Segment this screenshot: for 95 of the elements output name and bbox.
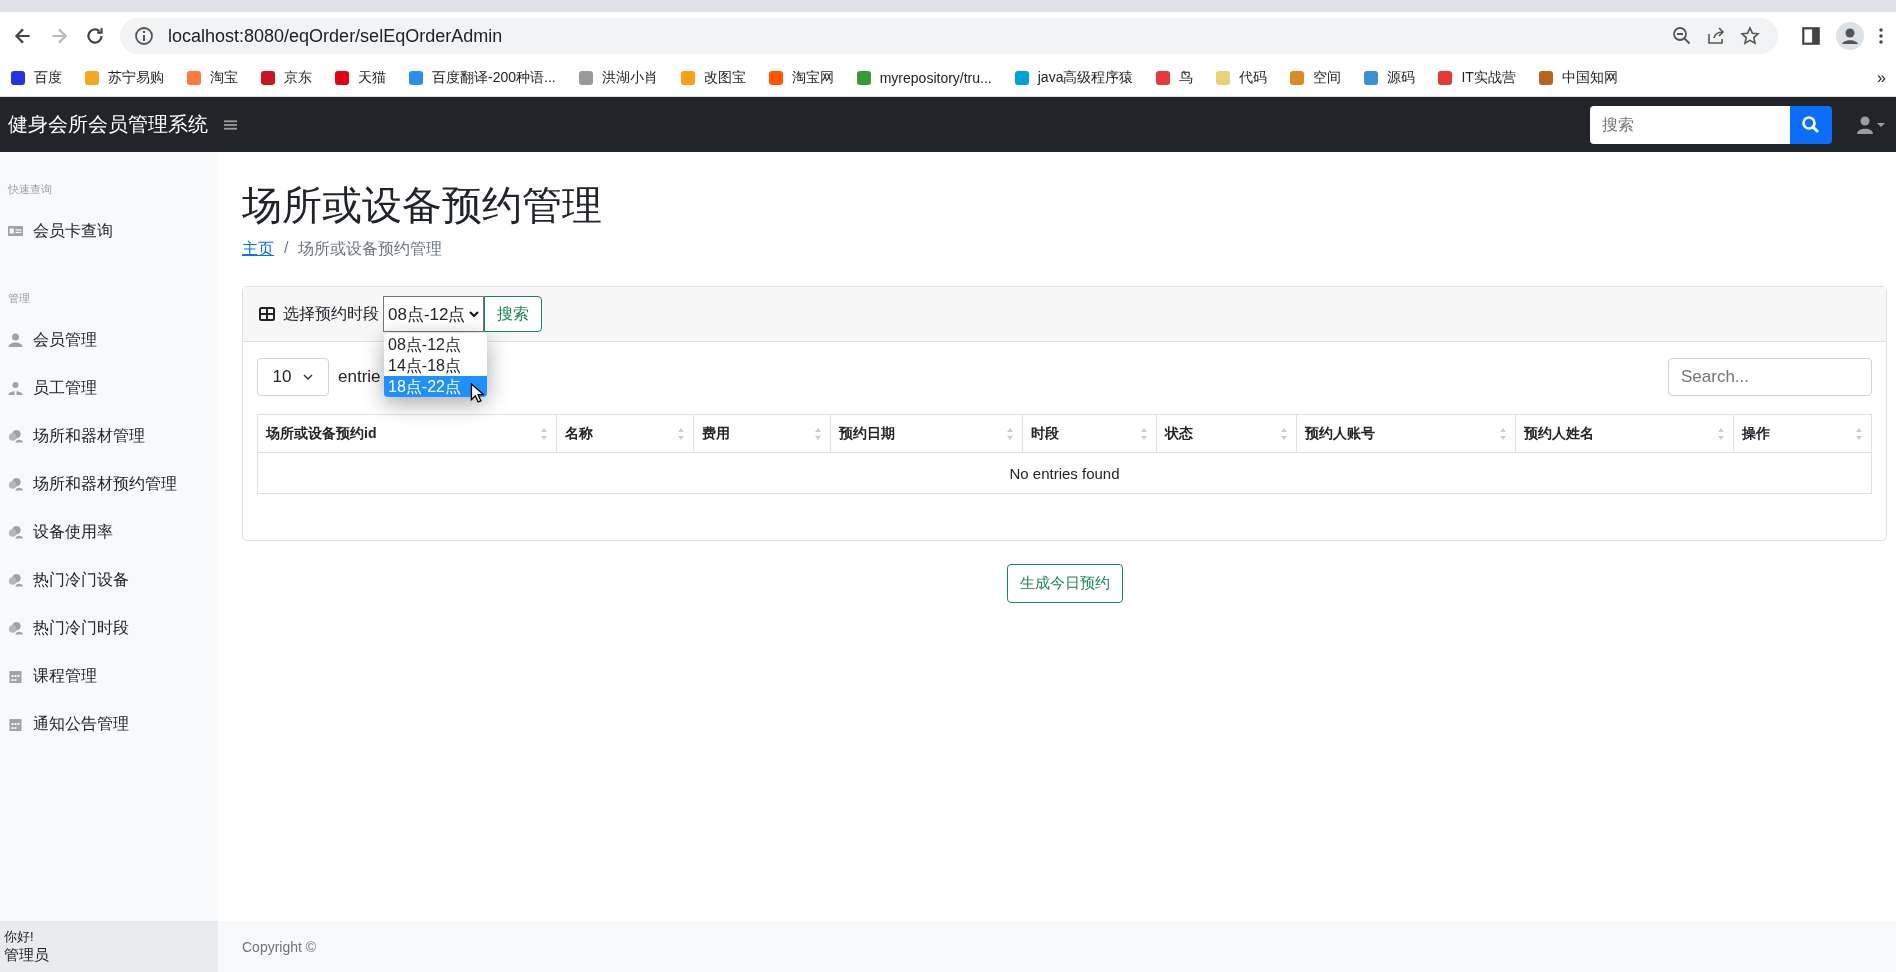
sidebar-item[interactable]: 设备使用率 bbox=[0, 508, 218, 556]
user-role: 管理员 bbox=[4, 946, 50, 965]
sort-icon bbox=[1006, 426, 1015, 441]
url-text: localhost:8080/eqOrder/selEqOrderAdmin bbox=[168, 25, 503, 47]
bookmark[interactable]: java高级程序猿 bbox=[1013, 69, 1134, 87]
breadcrumb-current: 场所或设备预约管理 bbox=[298, 239, 443, 259]
bookmark[interactable]: 中国知网 bbox=[1537, 69, 1618, 87]
table-search-field[interactable]: Search... bbox=[1668, 358, 1872, 396]
info-icon bbox=[134, 26, 154, 46]
user-group-icon bbox=[8, 381, 23, 395]
search-icon bbox=[1801, 114, 1821, 135]
user-menu-icon[interactable] bbox=[1856, 114, 1886, 135]
column-header[interactable]: 预约人姓名 bbox=[1515, 414, 1734, 453]
calendar-icon bbox=[8, 717, 23, 731]
sidebar-item[interactable]: 会员管理 bbox=[0, 316, 218, 364]
sidebar-item[interactable]: 场所和器材预约管理 bbox=[0, 460, 218, 508]
sidebar-heading: 管理 bbox=[7, 291, 31, 306]
sort-icon bbox=[1855, 426, 1863, 441]
sort-icon bbox=[1716, 426, 1725, 441]
sidebar-heading: 快速查询 bbox=[7, 182, 53, 197]
bookmark[interactable]: 空间 bbox=[1289, 69, 1342, 87]
menu-icon[interactable] bbox=[224, 118, 237, 131]
search-button[interactable] bbox=[1790, 105, 1832, 144]
empty-table-message: No entries found bbox=[257, 452, 1872, 494]
people-icon bbox=[8, 573, 23, 587]
people-icon bbox=[8, 477, 23, 491]
generate-button[interactable]: 生成今日预约 bbox=[1006, 564, 1123, 603]
side-panel-icon[interactable] bbox=[1800, 25, 1822, 47]
search-field[interactable]: 搜索 bbox=[1590, 105, 1790, 144]
sort-icon bbox=[1139, 426, 1148, 441]
search-button[interactable]: 搜索 bbox=[484, 296, 543, 332]
bookmark[interactable]: 淘宝网 bbox=[767, 69, 834, 87]
greeting-text: 你好! bbox=[4, 928, 35, 946]
bookmark[interactable]: 源码 bbox=[1363, 69, 1416, 87]
column-header[interactable]: 时段 bbox=[1022, 414, 1157, 453]
user-icon bbox=[8, 333, 23, 347]
column-header[interactable]: 状态 bbox=[1156, 414, 1297, 453]
caret-icon bbox=[303, 374, 314, 380]
people-icon bbox=[8, 621, 23, 635]
sidebar-item[interactable]: 热门冷门时段 bbox=[0, 604, 218, 652]
brand-title[interactable]: 健身会所会员管理系统 bbox=[8, 111, 208, 138]
bookmark[interactable]: 代码 bbox=[1215, 69, 1268, 87]
sidebar-item[interactable]: 场所和器材管理 bbox=[0, 412, 218, 460]
menu-icon[interactable] bbox=[1878, 26, 1884, 46]
sort-icon bbox=[677, 426, 686, 441]
sidebar-item[interactable]: 员工管理 bbox=[0, 364, 218, 412]
bookmark[interactable]: 百度翻译-200种语... bbox=[408, 69, 556, 87]
reload-icon[interactable] bbox=[84, 25, 106, 47]
cursor-icon bbox=[470, 383, 484, 403]
breadcrumb-separator: / bbox=[284, 239, 289, 258]
caret-icon bbox=[469, 311, 480, 317]
column-header[interactable]: 操作 bbox=[1733, 414, 1872, 453]
sidebar-item[interactable]: 会员卡查询 bbox=[0, 207, 218, 255]
bookmark[interactable]: myrepository/tru... bbox=[855, 70, 992, 86]
people-icon bbox=[8, 525, 23, 539]
star-icon[interactable] bbox=[1740, 26, 1760, 46]
column-header[interactable]: 费用 bbox=[693, 414, 831, 453]
page-title: 场所或设备预约管理 bbox=[242, 182, 603, 229]
column-header[interactable]: 名称 bbox=[556, 414, 694, 453]
column-header[interactable]: 预约人账号 bbox=[1296, 414, 1516, 453]
bookmark[interactable]: 百度 bbox=[10, 69, 62, 87]
copyright-text: Copyright © bbox=[242, 938, 317, 955]
sidebar-item[interactable]: 通知公告管理 bbox=[0, 700, 218, 748]
sort-icon bbox=[539, 426, 548, 441]
bookmark[interactable]: 鸟 bbox=[1155, 69, 1194, 87]
id-card-icon bbox=[8, 224, 23, 238]
profile-avatar-icon[interactable] bbox=[1836, 22, 1864, 50]
column-header[interactable]: 预约日期 bbox=[830, 414, 1023, 453]
calendar-icon bbox=[8, 669, 23, 683]
bookmark[interactable]: 洪湖小肖 bbox=[577, 69, 658, 87]
time-slot-select[interactable]: 08点-12点 bbox=[383, 296, 485, 332]
bookmark[interactable]: 淘宝 bbox=[186, 69, 238, 87]
sort-icon bbox=[1279, 426, 1288, 441]
filter-label: 选择预约时段 bbox=[283, 303, 379, 324]
bookmark[interactable]: 苏宁易购 bbox=[84, 69, 164, 87]
bookmark[interactable]: IT实战营 bbox=[1437, 69, 1516, 87]
share-icon[interactable] bbox=[1706, 26, 1726, 46]
bookmarks-overflow[interactable]: » bbox=[1877, 69, 1886, 87]
sidebar-item[interactable]: 热门冷门设备 bbox=[0, 556, 218, 604]
breadcrumb-home-link[interactable]: 主页 bbox=[242, 239, 274, 260]
entries-label: entrie bbox=[338, 367, 381, 387]
bookmark[interactable]: 京东 bbox=[260, 69, 312, 87]
dropdown-option[interactable]: 14点-18点 bbox=[384, 355, 487, 376]
address-bar[interactable]: localhost:8080/eqOrder/selEqOrderAdmin bbox=[120, 18, 1778, 54]
sort-icon bbox=[814, 426, 823, 441]
page-size-select[interactable]: 10 bbox=[257, 358, 329, 396]
dropdown-option[interactable]: 08点-12点 bbox=[384, 334, 487, 355]
zoom-out-icon[interactable] bbox=[1672, 26, 1692, 46]
sidebar-item[interactable]: 课程管理 bbox=[0, 652, 218, 700]
sort-icon bbox=[1499, 426, 1508, 441]
bookmark[interactable]: 改图宝 bbox=[679, 69, 746, 87]
column-header[interactable]: 场所或设备预约id bbox=[257, 414, 557, 453]
bookmark[interactable]: 天猫 bbox=[334, 69, 386, 87]
people-icon bbox=[8, 429, 23, 443]
table-icon bbox=[259, 307, 275, 321]
